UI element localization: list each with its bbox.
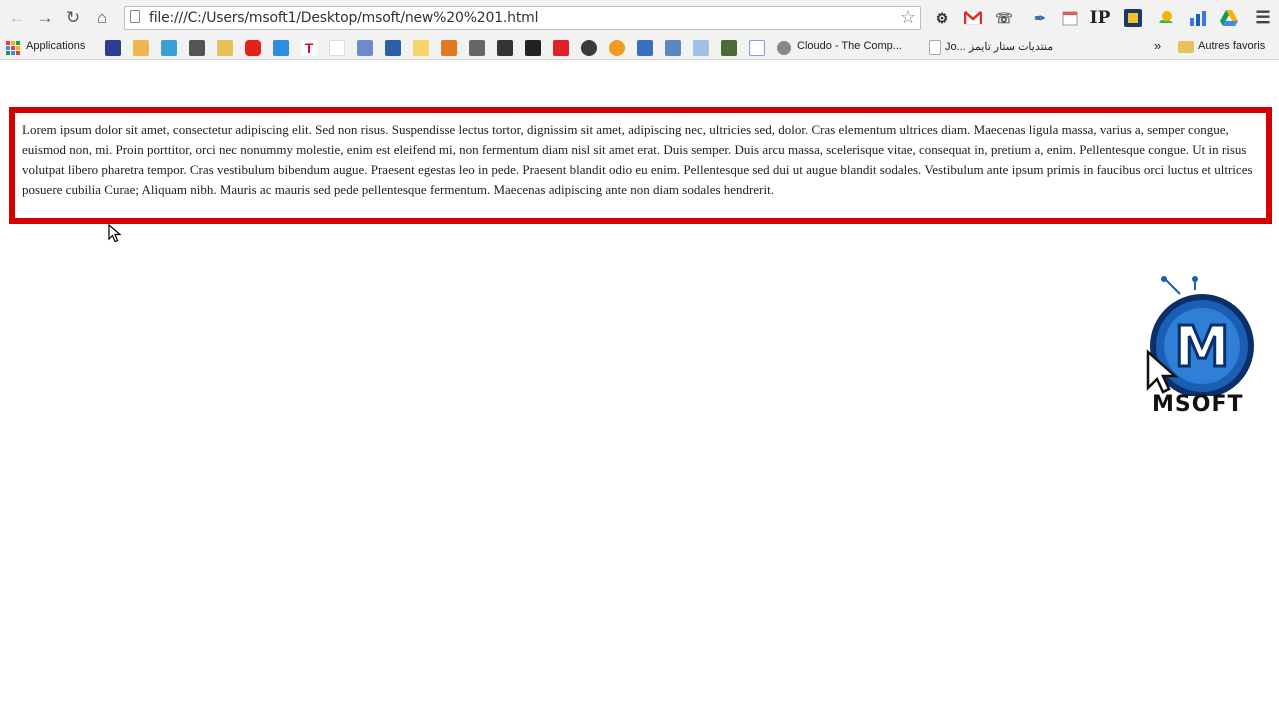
- bookmark-icon[interactable]: [497, 40, 513, 56]
- bookmark-icon[interactable]: [553, 40, 569, 56]
- chart-icon[interactable]: [1188, 8, 1208, 28]
- extension-icon[interactable]: [1123, 8, 1143, 28]
- phone-icon[interactable]: ☏: [994, 8, 1014, 28]
- bookmark-icon[interactable]: [357, 40, 373, 56]
- bookmark-icon[interactable]: [525, 40, 541, 56]
- bookmark-icon[interactable]: [469, 40, 485, 56]
- gmail-icon[interactable]: [963, 8, 983, 28]
- lorem-paragraph-box: Lorem ipsum dolor sit amet, consectetur …: [9, 107, 1272, 224]
- bookmark-icon[interactable]: [217, 40, 233, 56]
- bookmarks-overflow[interactable]: »: [1154, 38, 1161, 53]
- page-icon: [130, 10, 140, 23]
- mouse-cursor-icon: [108, 224, 122, 243]
- forward-icon[interactable]: →: [34, 7, 56, 29]
- bookmark-icon[interactable]: [133, 40, 149, 56]
- address-bar[interactable]: file:///C:/Users/msoft1/Desktop/msoft/ne…: [124, 6, 921, 30]
- bookmark-icon[interactable]: [721, 40, 737, 56]
- bookmark-icon[interactable]: [273, 40, 289, 56]
- reload-icon[interactable]: ↻: [62, 7, 84, 29]
- bookmarks-bar: Applications T Cloudo - The Comp... منتد…: [0, 36, 1279, 60]
- gmail-bookmark-icon[interactable]: [329, 40, 345, 56]
- back-icon[interactable]: ←: [6, 7, 28, 29]
- youtube-icon[interactable]: [245, 40, 261, 56]
- bookmark-icon[interactable]: [581, 40, 597, 56]
- bookmark-icon[interactable]: [441, 40, 457, 56]
- bookmark-icon[interactable]: [413, 40, 429, 56]
- bookmark-cloudo[interactable]: Cloudo - The Comp...: [797, 40, 902, 52]
- bookmark-icon[interactable]: [189, 40, 205, 56]
- apps-icon[interactable]: [6, 41, 20, 55]
- lorem-paragraph: Lorem ipsum dolor sit amet, consectetur …: [22, 122, 1253, 197]
- bookmark-arabic[interactable]: منتديات ستار تايمز ...Jo: [945, 40, 1053, 53]
- bookmark-icon[interactable]: [665, 40, 681, 56]
- bookmark-icon[interactable]: [161, 40, 177, 56]
- settings-icon[interactable]: ⚙: [932, 8, 952, 28]
- drive-icon[interactable]: [1219, 8, 1239, 28]
- star-icon[interactable]: ☆: [900, 7, 916, 28]
- home-icon[interactable]: ⌂: [91, 7, 113, 29]
- bookmark-other-favorites[interactable]: Autres favoris: [1198, 40, 1265, 52]
- bookmark-apps[interactable]: Applications: [26, 40, 85, 52]
- msoft-logo: M MSOFT: [1140, 276, 1260, 422]
- msoft-logo-text: MSOFT: [1152, 392, 1244, 417]
- bookmark-icon[interactable]: [637, 40, 653, 56]
- bookmark-icon[interactable]: [749, 40, 765, 56]
- menu-icon[interactable]: ☰: [1253, 8, 1273, 28]
- url-text[interactable]: file:///C:/Users/msoft1/Desktop/msoft/ne…: [149, 10, 538, 26]
- page-icon[interactable]: [929, 40, 941, 55]
- folder-icon[interactable]: [1178, 41, 1194, 53]
- ip-button[interactable]: IP: [1090, 8, 1111, 28]
- wrench-icon[interactable]: ✒: [1030, 8, 1050, 28]
- cloudo-icon[interactable]: [777, 41, 791, 55]
- bookmark-icon[interactable]: [105, 40, 121, 56]
- browser-toolbar: ← → ↻ ⌂ file:///C:/Users/msoft1/Desktop/…: [0, 0, 1279, 36]
- weather-icon[interactable]: [1156, 8, 1176, 28]
- calendar-icon[interactable]: [1060, 8, 1080, 28]
- bookmark-icon[interactable]: [693, 40, 709, 56]
- msoft-logo-emblem: M: [1146, 276, 1254, 398]
- bookmark-t-icon[interactable]: T: [301, 40, 317, 56]
- bookmark-icon[interactable]: [385, 40, 401, 56]
- bookmark-icon[interactable]: [609, 40, 625, 56]
- msoft-logo-letter: M: [1174, 315, 1230, 380]
